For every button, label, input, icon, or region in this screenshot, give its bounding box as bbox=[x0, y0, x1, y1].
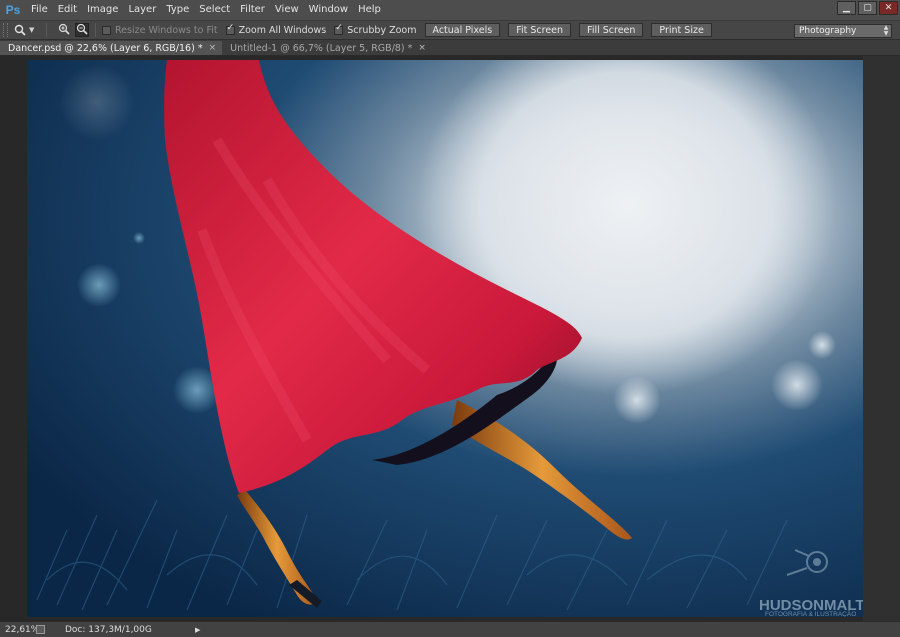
fit-screen-button[interactable]: Fit Screen bbox=[508, 23, 572, 37]
close-icon[interactable]: × bbox=[209, 43, 217, 53]
zoom-all-windows-checkbox[interactable]: Zoom All Windows bbox=[225, 23, 327, 36]
checkbox-label: Resize Windows to Fit bbox=[115, 24, 218, 36]
checkbox-label: Scrubby Zoom bbox=[347, 24, 417, 36]
zoom-out-icon bbox=[76, 23, 88, 38]
menu-file[interactable]: File bbox=[26, 0, 53, 20]
menu-help[interactable]: Help bbox=[353, 0, 386, 20]
menu-edit[interactable]: Edit bbox=[53, 0, 82, 20]
actual-pixels-button[interactable]: Actual Pixels bbox=[424, 23, 501, 37]
checkbox-box bbox=[225, 23, 235, 35]
window-controls: ▁ ▢ ✕ bbox=[837, 1, 898, 15]
menu-select[interactable]: Select bbox=[194, 0, 235, 20]
tab-label: Untitled-1 @ 66,7% (Layer 5, RGB/8) * bbox=[230, 42, 413, 54]
scrubby-zoom-checkbox[interactable]: Scrubby Zoom bbox=[334, 23, 417, 36]
restore-icon[interactable]: ▢ bbox=[858, 1, 877, 15]
fill-screen-button[interactable]: Fill Screen bbox=[579, 23, 644, 37]
menu-window[interactable]: Window bbox=[304, 0, 353, 20]
zoom-in-button[interactable] bbox=[57, 23, 71, 37]
divider bbox=[95, 23, 96, 37]
menu-type[interactable]: Type bbox=[161, 0, 194, 20]
chevron-down-icon: ▼ bbox=[29, 26, 35, 34]
document-info: Doc: 137,3M/1,00G bbox=[65, 624, 152, 635]
tab-label: Dancer.psd @ 22,6% (Layer 6, RGB/16) * bbox=[8, 42, 203, 54]
close-icon[interactable]: ✕ bbox=[879, 1, 898, 15]
workspace-label: Photography bbox=[799, 26, 857, 36]
status-bar: 22,61% Doc: 137,3M/1,00G ▶ bbox=[0, 621, 900, 637]
panel-edge bbox=[863, 56, 900, 621]
status-menu-arrow-icon[interactable]: ▶ bbox=[195, 626, 200, 634]
document-tab-dancer[interactable]: Dancer.psd @ 22,6% (Layer 6, RGB/16) * × bbox=[0, 41, 223, 55]
document-tab-untitled[interactable]: Untitled-1 @ 66,7% (Layer 5, RGB/8) * × bbox=[222, 41, 432, 55]
image-canvas[interactable]: HUDSONMALTA FOTOGRAFIA & ILUSTRAÇÃO bbox=[27, 60, 863, 617]
tool-preset-picker[interactable]: ▼ bbox=[14, 24, 40, 36]
menu-layer[interactable]: Layer bbox=[123, 0, 161, 20]
document-tab-bar: Dancer.psd @ 22,6% (Layer 6, RGB/16) * ×… bbox=[0, 40, 900, 56]
minimize-icon[interactable]: ▁ bbox=[837, 1, 856, 15]
dancer-artwork: HUDSONMALTA FOTOGRAFIA & ILUSTRAÇÃO bbox=[27, 60, 863, 617]
checkbox-box bbox=[102, 25, 111, 35]
workspace-switcher[interactable]: Photography ▲ ▼ bbox=[794, 24, 892, 38]
options-grip[interactable] bbox=[3, 23, 8, 37]
zoom-level-field[interactable]: 22,61% bbox=[0, 625, 39, 635]
close-icon[interactable]: × bbox=[418, 43, 426, 53]
menu-bar: Ps File Edit Image Layer Type Select Fil… bbox=[0, 0, 900, 20]
document-window: HUDSONMALTA FOTOGRAFIA & ILUSTRAÇÃO bbox=[0, 56, 900, 621]
chevron-updown-icon: ▲ ▼ bbox=[883, 24, 889, 37]
options-bar: ▼ Resize Windows to Fit Zoom All Windows… bbox=[0, 20, 900, 40]
zoom-tool-icon bbox=[14, 24, 26, 36]
photoshop-logo: Ps bbox=[5, 3, 21, 17]
resize-windows-checkbox[interactable]: Resize Windows to Fit bbox=[102, 25, 218, 36]
divider bbox=[46, 23, 47, 37]
checkbox-box bbox=[334, 23, 344, 35]
zoom-out-button[interactable] bbox=[75, 23, 89, 37]
menu-view[interactable]: View bbox=[270, 0, 304, 20]
menu-image[interactable]: Image bbox=[82, 0, 123, 20]
print-size-button[interactable]: Print Size bbox=[651, 23, 712, 37]
zoom-in-icon bbox=[58, 23, 70, 38]
menu-filter[interactable]: Filter bbox=[235, 0, 270, 20]
export-icon[interactable] bbox=[36, 625, 45, 634]
checkbox-label: Zoom All Windows bbox=[238, 24, 327, 36]
watermark-subtitle: FOTOGRAFIA & ILUSTRAÇÃO bbox=[765, 609, 856, 617]
